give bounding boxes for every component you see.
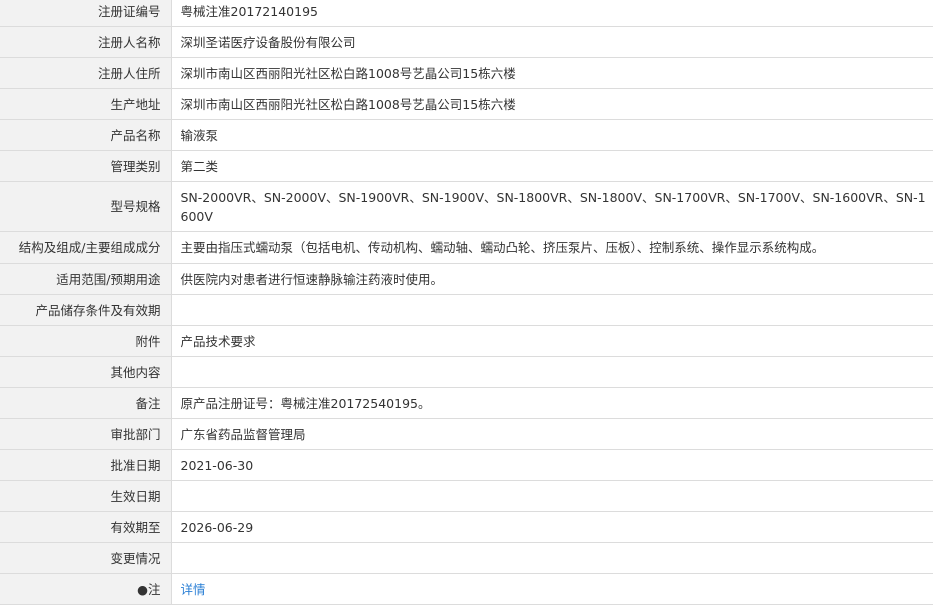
table-row: 审批部门 广东省药品监督管理局 [0, 418, 933, 450]
row-value: 深圳市南山区西丽阳光社区松白路1008号艺晶公司15栋六楼 [171, 57, 933, 89]
table-row: 管理类别 第二类 [0, 150, 933, 182]
row-label: 批准日期 [0, 449, 172, 481]
row-label: 生产地址 [0, 88, 172, 120]
row-value: 粤械注准20172140195 [171, 0, 933, 27]
row-label: 附件 [0, 325, 172, 357]
registration-detail-table: 注册证编号 粤械注准20172140195 注册人名称 深圳圣诺医疗设备股份有限… [0, 0, 933, 605]
row-label: 型号规格 [0, 181, 172, 232]
row-label: 注册人名称 [0, 26, 172, 58]
table-row: 批准日期 2021-06-30 [0, 449, 933, 481]
table-row: 注册人名称 深圳圣诺医疗设备股份有限公司 [0, 26, 933, 58]
row-value [171, 294, 933, 326]
table-row: 适用范围/预期用途 供医院内对患者进行恒速静脉输注药液时使用。 [0, 263, 933, 295]
row-value: 原产品注册证号：粤械注准20172540195。 [171, 387, 933, 419]
row-value: 产品技术要求 [171, 325, 933, 357]
row-label: 产品名称 [0, 119, 172, 151]
row-value: 广东省药品监督管理局 [171, 418, 933, 450]
row-label: ●注 [0, 573, 172, 605]
row-value: 供医院内对患者进行恒速静脉输注药液时使用。 [171, 263, 933, 295]
table-row: 注册证编号 粤械注准20172140195 [0, 0, 933, 27]
row-value: 2021-06-30 [171, 449, 933, 481]
table-row: 变更情况 [0, 542, 933, 574]
row-label: 结构及组成/主要组成成分 [0, 231, 172, 264]
table-row: 附件 产品技术要求 [0, 325, 933, 357]
table-row: 注册人住所 深圳市南山区西丽阳光社区松白路1008号艺晶公司15栋六楼 [0, 57, 933, 89]
row-label: 审批部门 [0, 418, 172, 450]
table-row: 备注 原产品注册证号：粤械注准20172540195。 [0, 387, 933, 419]
row-label: 有效期至 [0, 511, 172, 543]
row-label: 管理类别 [0, 150, 172, 182]
table-row: 生效日期 [0, 480, 933, 512]
row-label: 变更情况 [0, 542, 172, 574]
row-value: 深圳市南山区西丽阳光社区松白路1008号艺晶公司15栋六楼 [171, 88, 933, 120]
table-row: 其他内容 [0, 356, 933, 388]
row-value: SN-2000VR、SN-2000V、SN-1900VR、SN-1900V、SN… [171, 181, 933, 232]
row-value [171, 356, 933, 388]
row-value [171, 542, 933, 574]
row-label: 适用范围/预期用途 [0, 263, 172, 295]
table-row: 型号规格 SN-2000VR、SN-2000V、SN-1900VR、SN-190… [0, 181, 933, 232]
row-value: 详情 [171, 573, 933, 605]
row-label: 注册人住所 [0, 57, 172, 89]
table-row: 有效期至 2026-06-29 [0, 511, 933, 543]
table-row: 产品名称 输液泵 [0, 119, 933, 151]
row-label: 生效日期 [0, 480, 172, 512]
row-value: 主要由指压式蠕动泵（包括电机、传动机构、蠕动轴、蠕动凸轮、挤压泵片、压板）、控制… [171, 231, 933, 264]
row-label: 其他内容 [0, 356, 172, 388]
table-row: 生产地址 深圳市南山区西丽阳光社区松白路1008号艺晶公司15栋六楼 [0, 88, 933, 120]
row-label: 备注 [0, 387, 172, 419]
row-value: 输液泵 [171, 119, 933, 151]
row-value: 2026-06-29 [171, 511, 933, 543]
details-link[interactable]: 详情 [181, 582, 206, 597]
row-label: 产品储存条件及有效期 [0, 294, 172, 326]
table-row: 产品储存条件及有效期 [0, 294, 933, 326]
row-value [171, 480, 933, 512]
row-value: 第二类 [171, 150, 933, 182]
table-row: ●注 详情 [0, 573, 933, 605]
table-row: 结构及组成/主要组成成分 主要由指压式蠕动泵（包括电机、传动机构、蠕动轴、蠕动凸… [0, 231, 933, 264]
row-label: 注册证编号 [0, 0, 172, 27]
row-value: 深圳圣诺医疗设备股份有限公司 [171, 26, 933, 58]
